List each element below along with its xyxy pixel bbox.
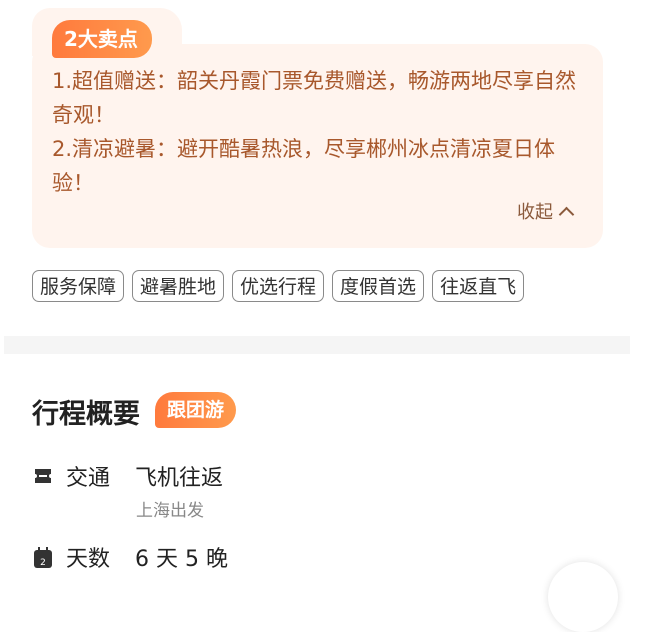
tag-selected-itinerary: 优选行程 <box>232 270 325 302</box>
departure-city: 上海出发 <box>136 501 204 521</box>
days-value: 6 天 5 晚 <box>135 547 228 572</box>
selling-point-item-1: 1.超值赠送：韶关丹霞门票免费赠送，畅游两地尽享自然奇观！ <box>52 69 577 127</box>
transport-label: 交通 <box>66 466 111 491</box>
section-divider <box>4 336 630 354</box>
floating-action-button[interactable] <box>548 562 618 632</box>
calendar-icon: 2 <box>34 547 52 568</box>
selling-points-text: 1.超值赠送：韶关丹霞门票免费赠送，畅游两地尽享自然奇观！ 2.清凉避暑：避开酷… <box>52 64 582 200</box>
calendar-icon-number: 2 <box>40 558 46 568</box>
tag-round-trip-direct: 往返直飞 <box>432 270 525 302</box>
tag-vacation-choice: 度假首选 <box>332 270 425 302</box>
days-label: 天数 <box>66 547 111 572</box>
overview-title: 行程概要 <box>32 399 140 430</box>
transport-value: 飞机往返 <box>135 466 224 491</box>
tag-summer-resort: 避暑胜地 <box>132 270 225 302</box>
chevron-up-icon <box>558 206 575 222</box>
selling-point-item-2: 2.清凉避暑：避开酷暑热浪，尽享郴州冰点清凉夏日体验！ <box>52 137 556 195</box>
collapse-label: 收起 <box>517 202 553 223</box>
collapse-button[interactable]: 收起 <box>517 198 575 224</box>
ticket-icon <box>35 469 51 483</box>
tag-service-guarantee: 服务保障 <box>32 270 125 302</box>
selling-points-badge: 2大卖点 <box>52 20 152 58</box>
feature-tags: 服务保障 避暑胜地 优选行程 度假首选 往返直飞 <box>32 270 525 302</box>
tour-type-badge: 跟团游 <box>155 392 237 428</box>
